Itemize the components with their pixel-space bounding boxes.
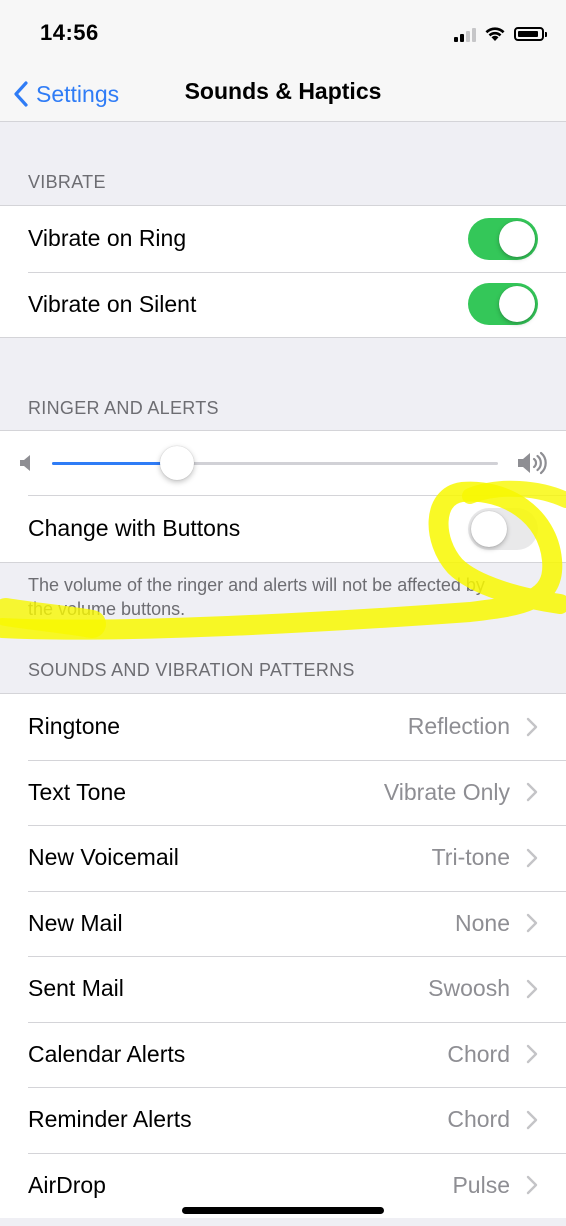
reminder-alerts-value: Chord [447, 1106, 510, 1133]
text-tone-row[interactable]: Text Tone Vibrate Only [0, 759, 566, 826]
vibrate-on-ring-label: Vibrate on Ring [28, 225, 187, 252]
volume-high-icon [518, 451, 547, 475]
vibrate-on-ring-row: Vibrate on Ring [0, 206, 566, 272]
section-header-sounds: SOUNDS AND VIBRATION PATTERNS [28, 660, 355, 680]
slider-knob[interactable] [159, 446, 194, 480]
vibrate-on-silent-toggle[interactable] [468, 283, 538, 326]
calendar-alerts-label: Calendar Alerts [28, 1040, 186, 1067]
change-with-buttons-toggle[interactable] [468, 507, 538, 550]
toggle-knob [471, 510, 507, 547]
airdrop-label: AirDrop [28, 1171, 106, 1198]
sent-mail-row[interactable]: Sent Mail Swoosh [0, 956, 566, 1022]
page-title: Sounds & Haptics [184, 78, 382, 104]
slider-fill [52, 462, 177, 465]
new-voicemail-row[interactable]: New Voicemail Tri-tone [0, 825, 566, 891]
calendar-alerts-row[interactable]: Calendar Alerts Chord [0, 1021, 566, 1088]
ringtone-row[interactable]: Ringtone Reflection [0, 694, 566, 760]
vibrate-group: Vibrate on Ring Vibrate on Silent [0, 205, 566, 338]
volume-low-icon [20, 455, 30, 471]
reminder-alerts-label: Reminder Alerts [28, 1106, 192, 1133]
section-header-vibrate: VIBRATE [28, 172, 106, 192]
change-with-buttons-label: Change with Buttons [28, 515, 241, 542]
chevron-right-icon [526, 1176, 538, 1195]
vibrate-on-silent-label: Vibrate on Silent [28, 290, 197, 317]
ringer-footer-note: The volume of the ringer and alerts will… [28, 575, 485, 619]
status-icons [454, 22, 547, 46]
battery-icon [514, 27, 547, 41]
ringer-volume-slider[interactable] [52, 446, 498, 480]
vibrate-on-ring-toggle[interactable] [468, 217, 538, 260]
new-mail-row[interactable]: New Mail None [0, 890, 566, 957]
change-with-buttons-row: Change with Buttons [0, 496, 566, 562]
navigation-bar: Settings Sounds & Haptics [0, 66, 566, 122]
new-mail-value: None [455, 909, 510, 936]
chevron-right-icon [526, 1110, 538, 1129]
chevron-right-icon [526, 848, 538, 867]
home-indicator [182, 1207, 384, 1214]
airdrop-value: Pulse [452, 1171, 510, 1198]
chevron-right-icon [526, 979, 538, 998]
calendar-alerts-value: Chord [447, 1040, 510, 1067]
new-voicemail-label: New Voicemail [28, 844, 179, 871]
reminder-alerts-row[interactable]: Reminder Alerts Chord [0, 1087, 566, 1153]
toggle-knob [499, 220, 535, 257]
chevron-right-icon [526, 914, 538, 933]
text-tone-value: Vibrate Only [383, 778, 510, 805]
vibrate-on-silent-row: Vibrate on Silent [0, 271, 566, 338]
ringtone-value: Reflection [407, 713, 510, 740]
sounds-group: Ringtone Reflection Text Tone Vibrate On… [0, 693, 566, 1218]
chevron-right-icon [526, 783, 538, 802]
new-mail-label: New Mail [28, 909, 123, 936]
chevron-right-icon [526, 717, 538, 736]
section-header-ringer: RINGER AND ALERTS [28, 398, 219, 418]
toggle-knob [499, 286, 535, 323]
new-voicemail-value: Tri-tone [431, 844, 510, 871]
sent-mail-value: Swoosh [428, 975, 510, 1002]
ringtone-label: Ringtone [28, 713, 121, 740]
wifi-icon [485, 27, 505, 41]
status-time: 14:56 [40, 20, 99, 45]
ringer-volume-row [0, 431, 566, 496]
text-tone-label: Text Tone [28, 778, 127, 805]
status-bar: 14:56 [0, 0, 566, 66]
ringer-group: Change with Buttons [0, 430, 566, 563]
sent-mail-label: Sent Mail [28, 975, 124, 1002]
chevron-right-icon [526, 1045, 538, 1064]
cellular-signal-icon [454, 26, 476, 42]
